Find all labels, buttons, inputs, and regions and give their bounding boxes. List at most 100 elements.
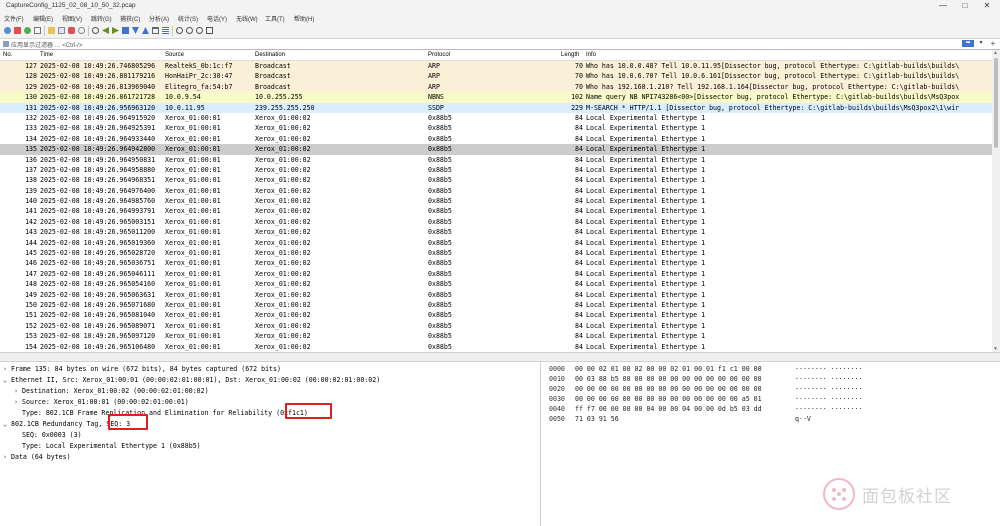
zoom-out-icon[interactable]: [186, 27, 193, 34]
packet-row[interactable]: 146 2025-02-08 10:49:26.965036751 Xerox_01…: [0, 258, 992, 269]
packet-row[interactable]: 129 2025-02-08 10:49:26.813969040 Elitegro…: [0, 81, 992, 93]
menu-tools[interactable]: 工具(T): [265, 14, 285, 23]
expand-icon[interactable]: ›: [3, 364, 11, 374]
packet-row[interactable]: 153 2025-02-08 10:49:26.965097120 Xerox_01…: [0, 331, 992, 342]
save-file-icon[interactable]: [58, 27, 65, 34]
frame-node[interactable]: › Frame 135: 84 bytes on wire (672 bits),…: [3, 364, 281, 374]
seq-node[interactable]: SEQ: 0x0003 (3): [22, 430, 82, 440]
menu-telephony[interactable]: 电话(Y): [207, 14, 227, 23]
packet-row[interactable]: 152 2025-02-08 10:49:26.965089071 Xerox_01…: [0, 320, 992, 332]
zoom-reset-icon[interactable]: [196, 27, 203, 34]
first-packet-icon[interactable]: [132, 27, 139, 34]
col-header-no[interactable]: No.: [3, 52, 12, 58]
packet-info: Local Experimental Ethertype 1: [586, 311, 706, 320]
packet-length: 70: [575, 82, 583, 91]
minimize-button[interactable]: —: [936, 1, 950, 11]
packet-protocol: 0x88b5: [428, 290, 452, 299]
menu-statistics[interactable]: 统计(S): [178, 14, 198, 23]
open-file-icon[interactable]: [48, 27, 55, 34]
start-capture-icon[interactable]: [4, 27, 11, 34]
menu-edit[interactable]: 编辑(E): [33, 14, 53, 23]
col-header-source[interactable]: Source: [165, 52, 184, 58]
menu-go[interactable]: 跳转(G): [91, 14, 112, 23]
destination-node[interactable]: › Destination: Xerox_01:00:02 (00:00:02:0…: [14, 386, 209, 396]
source-node[interactable]: › Source: Xerox_01:00:01 (00:00:02:01:00:…: [14, 397, 189, 407]
packet-protocol: 0x88b5: [428, 124, 452, 133]
inner-type-node[interactable]: Type: Local Experimental Ethertype 1 (0x…: [22, 441, 201, 451]
maximize-button[interactable]: □: [958, 1, 972, 11]
colorize-icon[interactable]: [162, 27, 169, 34]
packet-row[interactable]: 143 2025-02-08 10:49:26.965011200 Xerox_01…: [0, 227, 992, 238]
packet-row[interactable]: 134 2025-02-08 10:49:26.964933440 Xerox_01…: [0, 133, 992, 145]
capture-options-icon[interactable]: [34, 27, 41, 34]
resize-columns-icon[interactable]: [206, 27, 213, 34]
ethertype-node[interactable]: Type: 802.1CB Frame Replication and Elim…: [22, 408, 308, 418]
close-button[interactable]: ✕: [980, 1, 994, 11]
last-packet-icon[interactable]: [142, 27, 149, 34]
add-filter-button[interactable]: +: [989, 39, 997, 48]
packet-row[interactable]: 131 2025-02-08 10:49:26.956963120 10.0.11.…: [0, 102, 992, 113]
packet-destination: Xerox_01:00:02: [255, 113, 311, 122]
go-forward-icon[interactable]: [112, 27, 119, 34]
go-to-packet-icon[interactable]: [122, 27, 129, 34]
filter-history-dropdown[interactable]: ▾: [977, 40, 985, 47]
collapse-icon[interactable]: ⌄: [3, 375, 11, 385]
collapse-icon[interactable]: ⌄: [3, 419, 11, 429]
reload-icon[interactable]: [78, 27, 85, 34]
packet-row[interactable]: 136 2025-02-08 10:49:26.964950831 Xerox_01…: [0, 154, 992, 165]
col-header-time[interactable]: Time: [40, 52, 53, 58]
menu-wireless[interactable]: 无线(W): [236, 14, 258, 23]
find-packet-icon[interactable]: [92, 27, 99, 34]
packet-row[interactable]: 140 2025-02-08 10:49:26.964985760 Xerox_01…: [0, 196, 992, 207]
data-node[interactable]: › Data (64 bytes): [3, 452, 71, 462]
packet-row[interactable]: 154 2025-02-08 10:49:26.965106480 Xerox_01…: [0, 341, 992, 352]
close-file-icon[interactable]: [68, 27, 75, 34]
display-filter-input[interactable]: 应用显示过滤器 … <Ctrl-/>: [11, 40, 82, 49]
menu-capture[interactable]: 捕获(C): [120, 14, 140, 23]
col-header-length[interactable]: Length: [561, 52, 579, 58]
menu-file[interactable]: 文件(F): [4, 14, 24, 23]
packet-row[interactable]: 142 2025-02-08 10:49:26.965003151 Xerox_01…: [0, 216, 992, 228]
scroll-thumb[interactable]: [994, 58, 998, 148]
packet-row[interactable]: 150 2025-02-08 10:49:26.965071680 Xerox_01…: [0, 299, 992, 311]
expand-icon[interactable]: ›: [3, 452, 11, 462]
zoom-in-icon[interactable]: [176, 27, 183, 34]
packet-row[interactable]: 141 2025-02-08 10:49:26.964993791 Xerox_01…: [0, 206, 992, 217]
packet-row[interactable]: 130 2025-02-08 10:49:26.861721728 10.0.9.5…: [0, 92, 992, 103]
packet-row[interactable]: 147 2025-02-08 10:49:26.965046111 Xerox_01…: [0, 268, 992, 280]
expand-icon[interactable]: ›: [14, 386, 22, 396]
menu-analyze[interactable]: 分析(A): [149, 14, 169, 23]
packet-source: Xerox_01:00:01: [165, 269, 221, 278]
packet-row[interactable]: 148 2025-02-08 10:49:26.965054160 Xerox_01…: [0, 279, 992, 290]
packet-row[interactable]: 132 2025-02-08 10:49:26.964915920 Xerox_01…: [0, 112, 992, 124]
apply-filter-button[interactable]: ➡: [962, 40, 974, 47]
menu-view[interactable]: 视图(V): [62, 14, 82, 23]
packet-row[interactable]: 137 2025-02-08 10:49:26.964958880 Xerox_01…: [0, 164, 992, 176]
expand-icon[interactable]: ›: [14, 397, 22, 407]
col-header-info[interactable]: Info: [586, 52, 596, 58]
auto-scroll-icon[interactable]: [152, 27, 159, 34]
scroll-up-icon[interactable]: ▲: [993, 50, 998, 56]
go-back-icon[interactable]: [102, 27, 109, 34]
packet-destination: Xerox_01:00:02: [255, 238, 311, 247]
ethernet-node[interactable]: ⌄ Ethernet II, Src: Xerox_01:00:01 (00:00…: [3, 375, 380, 385]
packet-list-scrollbar[interactable]: ▲ ▼: [992, 50, 1000, 352]
pane-splitter[interactable]: [0, 352, 1000, 362]
restart-capture-icon[interactable]: [24, 27, 31, 34]
packet-row[interactable]: 151 2025-02-08 10:49:26.965081040 Xerox_01…: [0, 310, 992, 321]
packet-row[interactable]: 128 2025-02-08 10:49:26.801179216 HonHaiPr…: [0, 71, 992, 82]
col-header-destination[interactable]: Destination: [255, 52, 285, 58]
menu-help[interactable]: 帮助(H): [294, 14, 314, 23]
packet-row[interactable]: 145 2025-02-08 10:49:26.965028720 Xerox_01…: [0, 248, 992, 259]
bookmark-icon[interactable]: [3, 41, 9, 47]
packet-row[interactable]: 139 2025-02-08 10:49:26.964976400 Xerox_01…: [0, 185, 992, 197]
packet-row[interactable]: 144 2025-02-08 10:49:26.965019360 Xerox_01…: [0, 237, 992, 249]
packet-row[interactable]: 149 2025-02-08 10:49:26.965063631 Xerox_01…: [0, 289, 992, 300]
col-header-protocol[interactable]: Protocol: [428, 52, 450, 58]
packet-time: 2025-02-08 10:49:26.965036751: [40, 259, 156, 268]
packet-row[interactable]: 127 2025-02-08 10:49:26.746805296 RealtekS…: [0, 61, 992, 72]
packet-row[interactable]: 133 2025-02-08 10:49:26.964925391 Xerox_01…: [0, 123, 992, 134]
packet-row[interactable]: 138 2025-02-08 10:49:26.964968351 Xerox_01…: [0, 175, 992, 186]
stop-capture-icon[interactable]: [14, 27, 21, 34]
packet-row[interactable]: 135 2025-02-08 10:49:26.964942800 Xerox_01…: [0, 144, 992, 155]
